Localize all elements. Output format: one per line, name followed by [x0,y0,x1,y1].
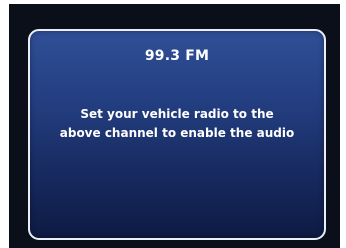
display-screen: 99.3 FM Set your vehicle radio to the ab… [9,4,340,248]
instruction-line-1: Set your vehicle radio to the [80,107,274,121]
instruction-message: Set your vehicle radio to the above chan… [36,105,318,143]
radio-channel-dialog: 99.3 FM Set your vehicle radio to the ab… [28,29,326,240]
radio-channel-label: 99.3 FM [144,48,210,64]
instruction-line-2: above channel to enable the audio [59,126,295,140]
